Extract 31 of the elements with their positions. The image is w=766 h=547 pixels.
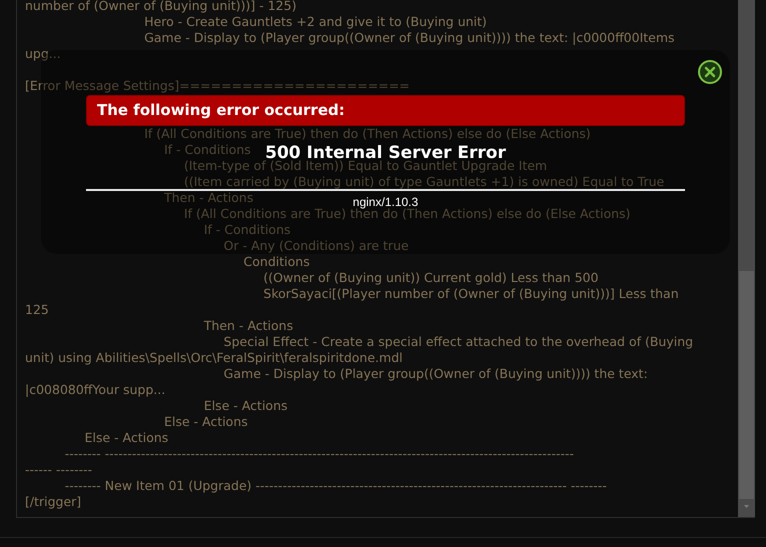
code-line: Hero - Create Gauntlets +2 and give it to (Buying unit): [144, 14, 487, 29]
code-line: upg...: [25, 46, 61, 61]
code-line: Conditions: [244, 254, 310, 269]
code-line: SkorSayaci[(Player number of (Owner of (Buying unit)))] Less than: [263, 286, 679, 301]
code-line: number of (Owner of (Buying unit)))] - 125): [25, 0, 296, 13]
server-version: nginx/1.10.3: [352, 195, 418, 209]
code-line: Special Effect - Create a special effect attached to the overhead of (Buying: [224, 334, 694, 349]
code-line: -------- --------------------------------------------------------------------------------------------------------: [64, 446, 574, 461]
code-line: If (All Conditions are True) then do (Then Actions) else do (Else Actions): [144, 126, 591, 141]
code-line: unit) using Abilities\Spells\Orc\FeralSpirit\feralspiritdone.mdl: [25, 350, 403, 365]
code-line: [Error Message Settings]======================: [25, 78, 410, 93]
code-line: Else - Actions: [164, 414, 248, 429]
code-line: ((Item carried by (Buying unit) of type Gauntlets +1) is owned) Equal to True: [184, 174, 664, 189]
code-line: Then - Actions: [164, 190, 254, 205]
scrollbar-track[interactable]: [738, 0, 755, 517]
code-line: If - Conditions: [164, 142, 251, 157]
code-line: [/trigger]: [25, 494, 82, 509]
code-line: Then - Actions: [204, 318, 294, 333]
scrollbar-thumb[interactable]: [739, 271, 754, 499]
code-line: Else - Actions: [84, 430, 168, 445]
code-line: ((Owner of (Buying unit)) Current gold) Less than 500: [263, 270, 598, 285]
code-line: -------- New Item 01 (Upgrade) --------------------------------------------------------------------- --------: [64, 478, 607, 493]
code-line: ------ --------: [25, 462, 92, 477]
code-line: If - Conditions: [204, 222, 291, 237]
code-line: Or - Any (Conditions) are true: [224, 238, 409, 253]
code-line: 125: [25, 302, 49, 317]
error-banner: The following error occurred:: [86, 95, 685, 126]
code-line: Game - Display to (Player group((Owner of (Buying unit)))) the text: |c0000ff00Items: [144, 30, 675, 45]
code-line: Game - Display to (Player group((Owner of (Buying unit)))) the text:: [224, 366, 648, 381]
code-line: |c008080ffYour supp...: [25, 382, 166, 397]
code-line: Else - Actions: [204, 398, 288, 413]
